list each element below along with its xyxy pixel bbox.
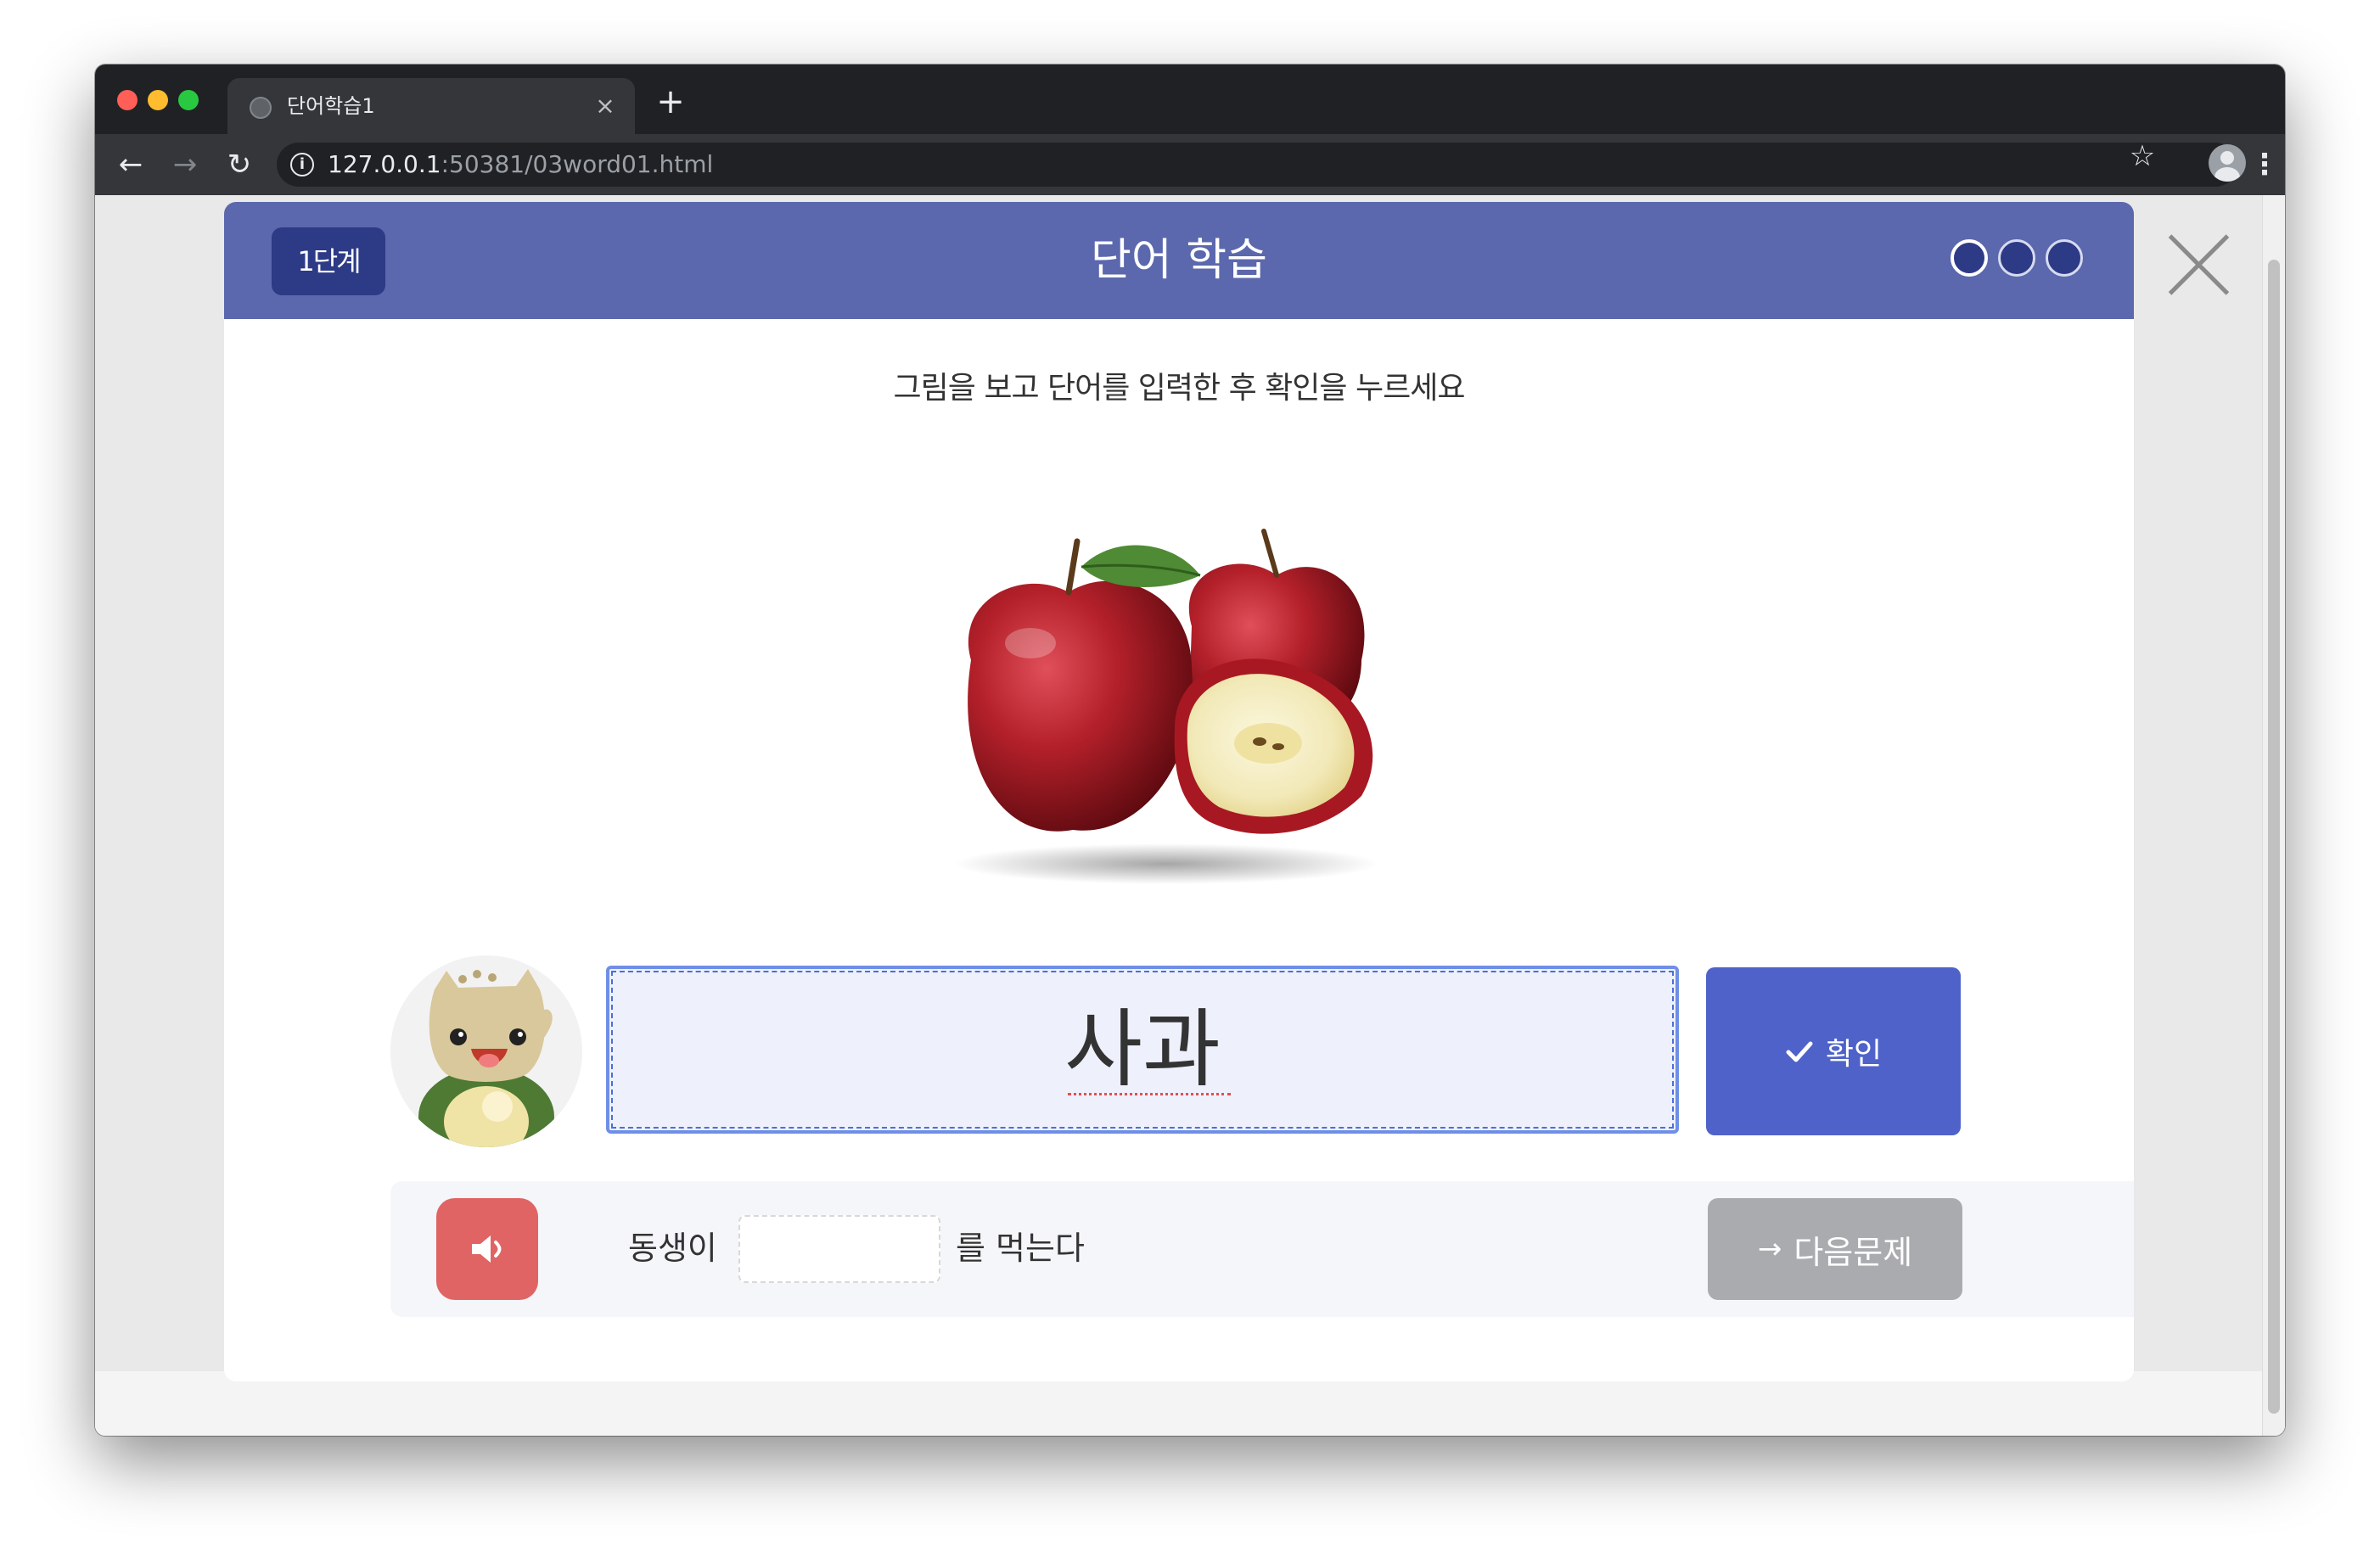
browser-toolbar: ← → ↻ i 127.0.0.1:50381/03word01.html ☆ … <box>95 134 2285 195</box>
progress-dot-2 <box>1998 239 2035 277</box>
minimize-window-button[interactable] <box>148 90 168 110</box>
arrow-right-icon: → <box>1757 1232 1782 1266</box>
progress-dot-1 <box>1951 239 1988 277</box>
close-window-button[interactable] <box>117 90 138 110</box>
check-icon <box>1786 1041 1813 1062</box>
apple-picture <box>954 529 1378 884</box>
scrollbar-thumb[interactable] <box>2268 260 2280 1414</box>
page-viewport: 단어 학습 1단계 그림을 보고 단어를 입력한 후 확인을 누르세요 사과 확… <box>95 195 2285 1436</box>
scrollbar[interactable] <box>2262 195 2285 1436</box>
info-icon[interactable]: i <box>290 153 314 176</box>
modal-header: 단어 학습 1단계 <box>224 202 2134 319</box>
url-host: 127.0.0.1 <box>328 150 441 178</box>
confirm-label: 확인 <box>1825 1037 1883 1072</box>
sentence-bar: 동생이 를 먹는다 → 다음문제 <box>390 1181 2134 1317</box>
new-tab-button[interactable]: + <box>654 85 688 119</box>
star-icon[interactable]: ☆ <box>2124 137 2161 175</box>
tab-close-icon[interactable]: × <box>591 92 620 120</box>
answer-input[interactable]: 사과 <box>606 966 1679 1134</box>
url-text[interactable]: 127.0.0.1:50381/03word01.html <box>328 149 713 180</box>
browser-window: 단어학습1 × + ← → ↻ i 127.0.0.1:50381/03word… <box>95 64 2285 1436</box>
url-path: :50381/03word01.html <box>441 150 714 178</box>
back-arrow-icon[interactable]: ← <box>110 144 151 185</box>
confirm-button-content: 확인 <box>1706 967 1961 1135</box>
sentence-before: 동생이 <box>628 1230 717 1267</box>
browser-tab[interactable]: 단어학습1 × <box>227 78 635 134</box>
confirm-button[interactable]: 확인 <box>1706 967 1961 1135</box>
next-question-button[interactable]: → 다음문제 <box>1708 1198 1962 1300</box>
word-study-modal: 단어 학습 1단계 그림을 보고 단어를 입력한 후 확인을 누르세요 사과 확… <box>224 202 2134 1381</box>
turtle-mascot-avatar <box>390 955 582 1147</box>
next-button-content: → 다음문제 <box>1708 1198 1962 1300</box>
next-label: 다음문제 <box>1793 1233 1913 1271</box>
close-modal-icon[interactable] <box>2163 229 2234 300</box>
level-badge: 1단계 <box>272 227 385 295</box>
profile-icon[interactable] <box>2209 144 2246 182</box>
reload-icon[interactable]: ↻ <box>219 144 260 185</box>
instruction-text: 그림을 보고 단어를 입력한 후 확인을 누르세요 <box>893 371 1466 406</box>
menu-icon[interactable]: ⋮ <box>2249 144 2280 185</box>
progress-dot-3 <box>2046 239 2083 277</box>
sentence-after: 를 먹는다 <box>956 1230 1085 1267</box>
answer-text[interactable]: 사과 <box>609 969 1676 1130</box>
speaker-icon <box>472 1235 502 1263</box>
tab-strip: 단어학습1 × + <box>95 64 2285 134</box>
spellcheck-underline <box>1068 1093 1231 1095</box>
address-bar[interactable]: i 127.0.0.1:50381/03word01.html <box>277 143 2237 187</box>
progress-dots <box>1940 239 2083 282</box>
globe-icon <box>250 97 272 119</box>
forward-arrow-icon[interactable]: → <box>165 144 205 185</box>
modal-title: 단어 학습 <box>1091 235 1267 286</box>
tab-title: 단어학습1 <box>287 94 375 118</box>
sentence-blank-input[interactable] <box>738 1215 940 1283</box>
maximize-window-button[interactable] <box>178 90 199 110</box>
audio-button[interactable] <box>436 1198 538 1300</box>
